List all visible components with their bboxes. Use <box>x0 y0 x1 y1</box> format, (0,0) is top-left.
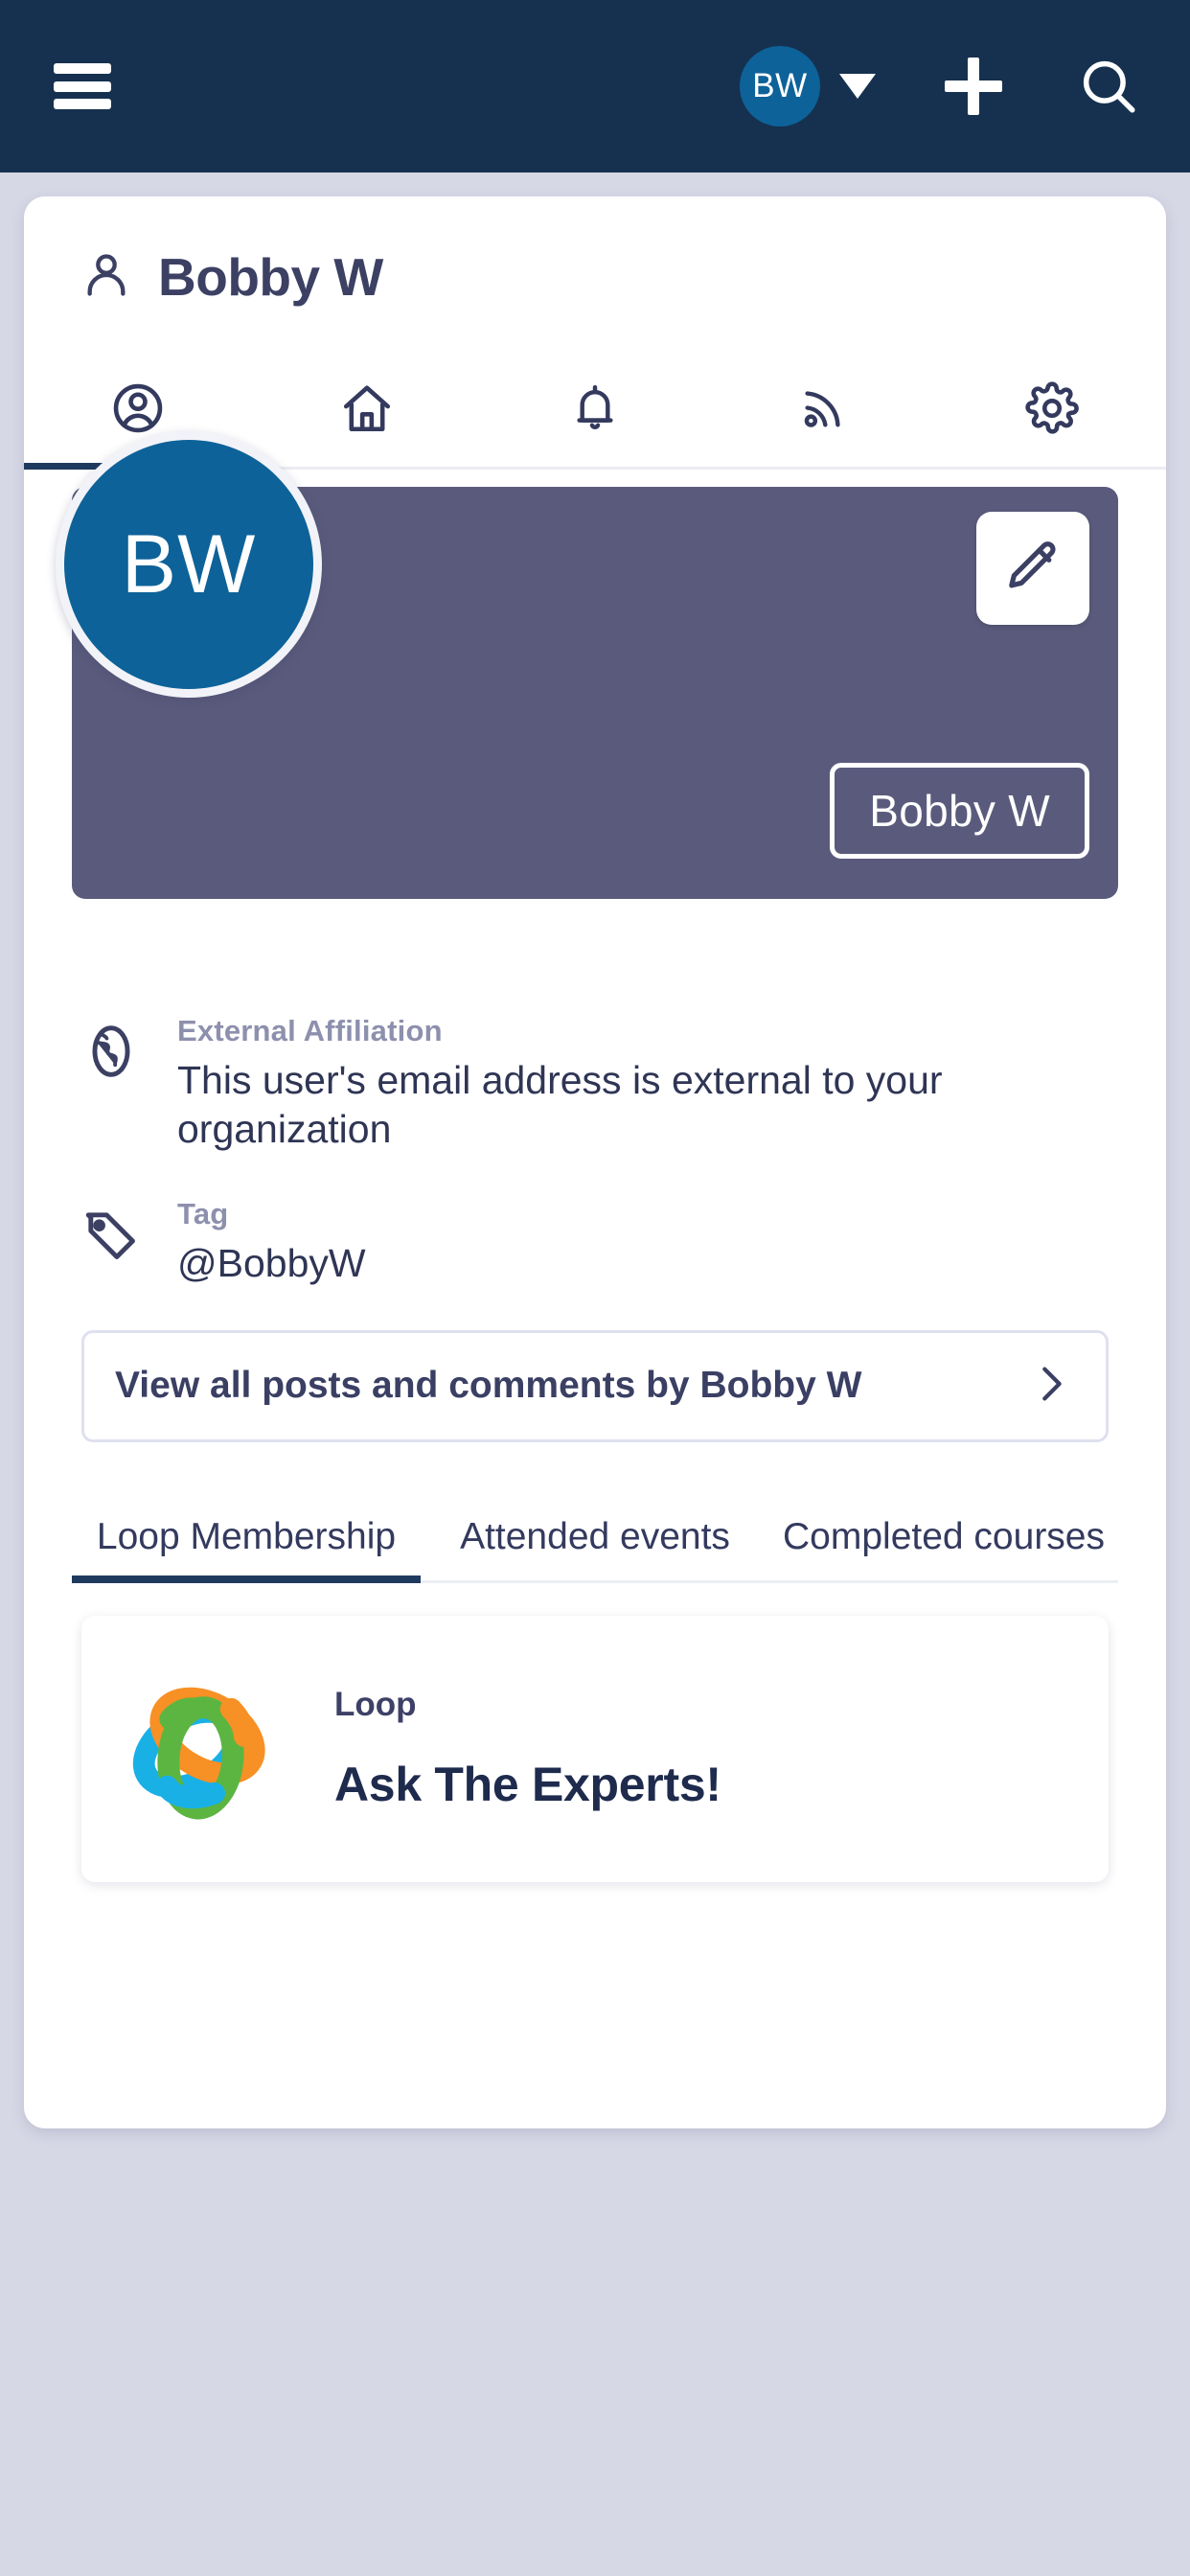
info-label: Tag <box>177 1196 229 1230</box>
info-body: Tag @BobbyW <box>177 1197 1109 1288</box>
loop-label: Loop <box>334 1685 417 1723</box>
hamburger-menu-icon[interactable] <box>54 63 111 109</box>
tab-label: Loop Membership <box>96 1515 397 1557</box>
tag-icon <box>81 1197 143 1288</box>
plus-icon[interactable] <box>945 58 1002 115</box>
info-value: @BobbyW <box>177 1240 366 1285</box>
profile-info-list: External Affiliation This user's email a… <box>24 899 1166 1288</box>
tab-label: Attended events <box>460 1515 730 1557</box>
loop-title: Ask The Experts! <box>334 1757 721 1811</box>
hamburger-bar <box>54 63 111 74</box>
tab-attended-events[interactable]: Attended events <box>421 1507 769 1580</box>
hamburger-bar <box>54 99 111 109</box>
hamburger-bar <box>54 80 111 92</box>
loop-rings-logo <box>120 1662 288 1835</box>
tab-completed-courses[interactable]: Completed courses <box>769 1507 1118 1580</box>
home-icon <box>339 380 395 441</box>
chevron-right-icon <box>1029 1359 1073 1414</box>
loop-membership-item[interactable]: Loop Ask The Experts! <box>81 1615 1109 1882</box>
loop-info: Loop Ask The Experts! <box>334 1686 721 1812</box>
tab-loop-membership[interactable]: Loop Membership <box>72 1507 421 1583</box>
search-icon[interactable] <box>1077 55 1140 118</box>
user-circle-icon <box>110 380 166 441</box>
topbar-actions: BW <box>740 46 1140 126</box>
view-all-posts-button[interactable]: View all posts and comments by Bobby W <box>81 1329 1109 1442</box>
info-body: External Affiliation This user's email a… <box>177 1014 1109 1155</box>
rss-icon <box>796 381 850 440</box>
view-all-posts-label: View all posts and comments by Bobby W <box>115 1365 862 1407</box>
avatar[interactable]: BW <box>740 46 820 126</box>
page-title: Bobby W <box>24 196 1166 308</box>
banner-name-text: Bobby W <box>869 786 1050 836</box>
tab-label: Completed courses <box>783 1515 1105 1557</box>
bell-icon <box>568 381 622 440</box>
info-row-affiliation: External Affiliation This user's email a… <box>81 1014 1109 1155</box>
page-title-text: Bobby W <box>158 247 383 307</box>
content-tab-strip: Loop Membership Attended events Complete… <box>72 1507 1118 1583</box>
top-navigation-bar: BW <box>0 0 1190 172</box>
tab-settings[interactable] <box>938 354 1166 467</box>
loop-logo-container <box>103 1647 306 1851</box>
globe-icon <box>81 1014 143 1155</box>
edit-banner-button[interactable] <box>976 512 1089 625</box>
info-label: External Affiliation <box>177 1014 443 1047</box>
info-row-tag: Tag @BobbyW <box>81 1197 1109 1288</box>
user-icon <box>81 248 131 307</box>
tab-activity[interactable] <box>709 354 937 467</box>
pencil-icon <box>1003 537 1063 601</box>
profile-avatar-initials: BW <box>121 518 257 610</box>
avatar-initials: BW <box>752 67 808 104</box>
profile-avatar[interactable]: BW <box>56 431 322 698</box>
info-value: This user's email address is external to… <box>177 1058 943 1152</box>
tab-home[interactable] <box>252 354 480 467</box>
profile-card: Bobby W Bobby W BW External Affiliation … <box>24 196 1166 2128</box>
tab-notifications[interactable] <box>481 354 709 467</box>
gear-icon <box>1024 380 1080 441</box>
banner-name-badge: Bobby W <box>830 763 1089 859</box>
chevron-down-icon[interactable] <box>839 74 876 99</box>
